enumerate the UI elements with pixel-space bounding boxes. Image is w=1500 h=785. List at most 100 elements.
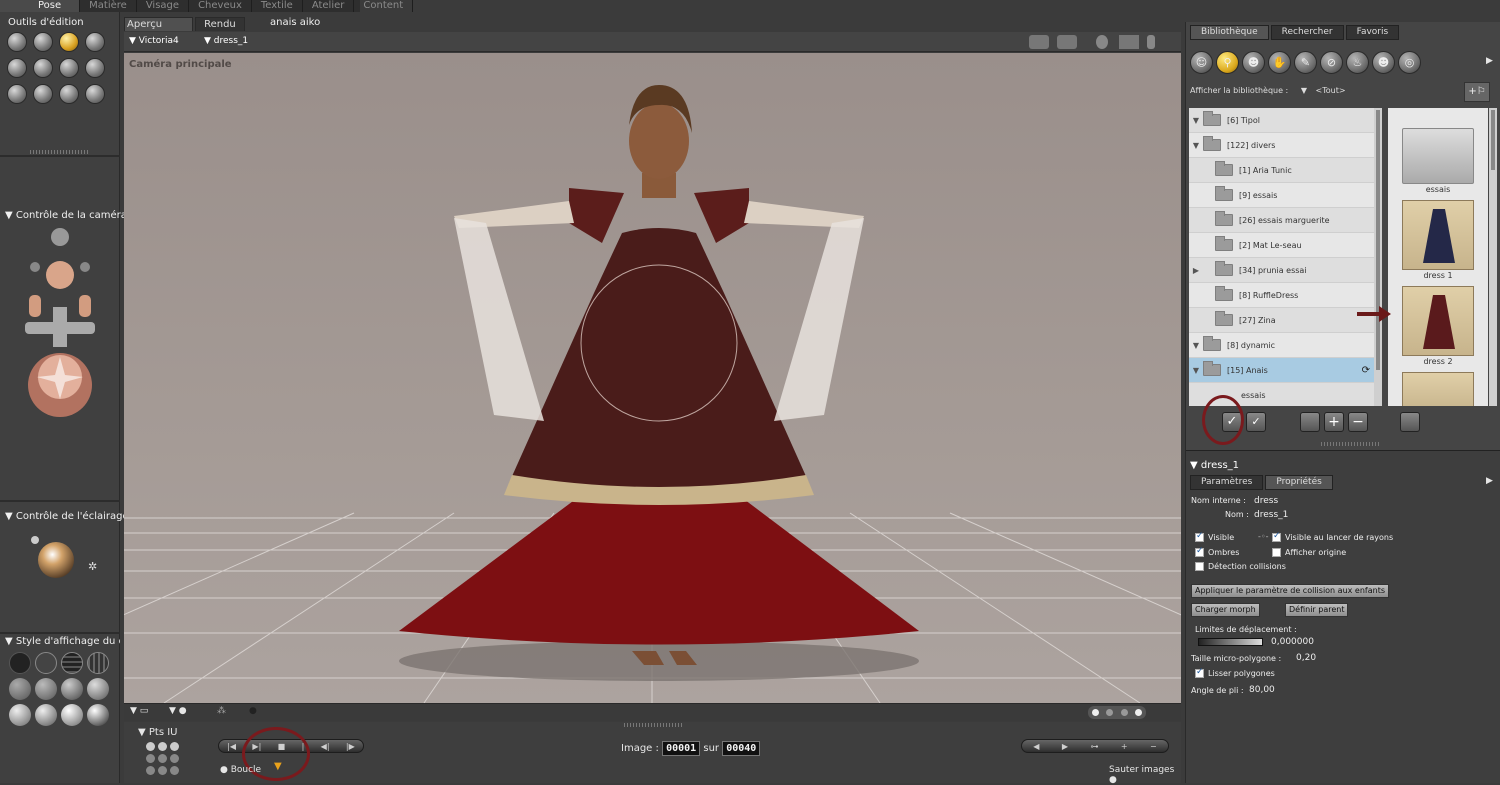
expand-arrow-icon[interactable]: ▶: [1486, 56, 1493, 66]
tab-search[interactable]: Rechercher: [1270, 25, 1344, 40]
add-library-icon[interactable]: +⚐: [1464, 82, 1490, 102]
tree-row[interactable]: [9] essais: [1189, 183, 1374, 208]
tree-row-selected[interactable]: ▼ [15] Anais ⟳: [1189, 358, 1374, 383]
dress-2-thumbnail[interactable]: [1402, 286, 1474, 356]
tab-preview[interactable]: Aperçu: [124, 17, 194, 31]
layout-selector[interactable]: [1088, 706, 1146, 719]
grouping-tool-icon[interactable]: [7, 84, 27, 104]
camera-controls[interactable]: [15, 227, 105, 427]
layout-dot-icon[interactable]: [1120, 709, 1128, 716]
tab-properties[interactable]: Propriétés: [1265, 475, 1333, 490]
direct-manipulation-icon[interactable]: [85, 84, 105, 104]
set-parent-button[interactable]: Définir parent: [1285, 603, 1349, 617]
twist-tool-icon[interactable]: [33, 32, 53, 52]
color-tool-icon[interactable]: [85, 58, 105, 78]
ui-point[interactable]: [170, 754, 179, 763]
camera-icon[interactable]: [1029, 35, 1049, 49]
panel-grip[interactable]: [30, 150, 90, 154]
checkbox-icon[interactable]: [1195, 562, 1204, 571]
tree-row[interactable]: ▶ [34] prunia essai: [1189, 258, 1374, 283]
expressions-icon[interactable]: ☻: [1242, 51, 1265, 74]
loop-toggle[interactable]: ● Boucle: [220, 765, 261, 775]
poses-icon[interactable]: ⚲: [1216, 51, 1239, 74]
tree-row[interactable]: [8] RuffleDress: [1189, 283, 1374, 308]
translate-tool-icon[interactable]: [59, 32, 79, 52]
tab-pose[interactable]: Pose: [0, 0, 81, 12]
tree-row[interactable]: ▼ [6] Tipol: [1189, 108, 1374, 133]
checkbox-icon[interactable]: [1272, 531, 1281, 542]
view-magnifier-icon[interactable]: [33, 84, 53, 104]
first-frame-icon[interactable]: |◀: [227, 742, 236, 751]
tab-content[interactable]: Content: [354, 0, 414, 12]
ui-point[interactable]: [170, 766, 179, 775]
visible-checkbox[interactable]: Visible: [1195, 531, 1234, 542]
library-filter[interactable]: Afficher la bibliothèque : ▼ <Tout>: [1190, 86, 1346, 95]
ui-point[interactable]: [146, 742, 155, 751]
show-origin-checkbox[interactable]: Afficher origine: [1272, 548, 1346, 557]
name-field[interactable]: dress_1: [1254, 510, 1288, 520]
add-key-icon[interactable]: +: [1121, 742, 1128, 751]
checkbox-icon[interactable]: [1195, 667, 1204, 678]
ui-point[interactable]: [158, 742, 167, 751]
morph-brush-icon[interactable]: [59, 84, 79, 104]
ui-point[interactable]: [146, 766, 155, 775]
cameras-icon[interactable]: ☻: [1372, 51, 1395, 74]
displacement-value[interactable]: 0,000000: [1271, 637, 1314, 647]
3d-viewport[interactable]: Caméra principale: [124, 53, 1181, 703]
props-icon[interactable]: ⊘: [1320, 51, 1343, 74]
translate-in-out-icon[interactable]: [85, 32, 105, 52]
raytrace-visible-checkbox[interactable]: Visible au lancer de rayons: [1272, 531, 1393, 542]
add-item-icon[interactable]: +: [1324, 412, 1344, 432]
tab-favorites[interactable]: Favoris: [1345, 25, 1400, 40]
actor-select[interactable]: ▼ dress_1: [204, 36, 248, 46]
flat-shaded-style-icon[interactable]: [35, 678, 57, 700]
texture-shaded-style-icon[interactable]: [61, 704, 83, 726]
dress-1-thumbnail[interactable]: [1402, 200, 1474, 270]
tree-row[interactable]: [2] Mat Le-seau: [1189, 233, 1374, 258]
folder-thumbnail-icon[interactable]: [1402, 128, 1474, 184]
expand-icon[interactable]: ▼: [1189, 341, 1203, 350]
new-folder-icon[interactable]: [1300, 412, 1320, 432]
tree-row[interactable]: ▼ [122] divers: [1189, 133, 1374, 158]
tab-setup[interactable]: Atelier: [303, 0, 355, 12]
scale-handle-icon[interactable]: [1147, 35, 1155, 49]
tab-library[interactable]: Bibliothèque: [1190, 25, 1269, 40]
skip-frames-toggle[interactable]: Sauter images ●: [1109, 765, 1181, 785]
tracking-icon[interactable]: ●: [249, 706, 257, 716]
hair-icon[interactable]: ✎: [1294, 51, 1317, 74]
preview-style-icon[interactable]: [87, 704, 109, 726]
expand-icon[interactable]: ▼: [1189, 116, 1203, 125]
eye-icon[interactable]: [1096, 35, 1108, 49]
remove-item-icon[interactable]: −: [1348, 412, 1368, 432]
timeline-grip[interactable]: [624, 723, 684, 727]
properties-menu-arrow-icon[interactable]: ▶: [1486, 476, 1493, 486]
light-ball-icon[interactable]: [38, 542, 74, 578]
scale-tool-icon[interactable]: [7, 58, 27, 78]
figures-icon[interactable]: ☺: [1190, 51, 1213, 74]
light-sun-icon[interactable]: ✲: [88, 560, 97, 573]
smooth-lined-style-icon[interactable]: [35, 704, 57, 726]
layout-dot-icon[interactable]: [1106, 709, 1114, 716]
move-icon[interactable]: [1119, 35, 1139, 49]
checkbox-icon[interactable]: [1195, 546, 1204, 557]
checkbox-icon[interactable]: [1195, 531, 1204, 542]
rotate-tool-icon[interactable]: [7, 32, 27, 52]
layout-dot-icon[interactable]: [1091, 709, 1099, 716]
wireframe-style-icon[interactable]: [61, 652, 83, 674]
tab-cloth[interactable]: Textile: [252, 0, 303, 12]
lit-wire-style-icon[interactable]: [9, 678, 31, 700]
remove-key-icon[interactable]: −: [1150, 742, 1157, 751]
crease-angle-value[interactable]: 80,00: [1249, 685, 1275, 695]
collision-checkbox[interactable]: Détection collisions: [1195, 562, 1286, 571]
ground-shadow-toggle[interactable]: ▼ ▭: [130, 706, 148, 716]
next-key-icon[interactable]: ◀|: [321, 742, 330, 751]
taper-tool-icon[interactable]: [33, 58, 53, 78]
ui-point[interactable]: [158, 766, 167, 775]
lights-icon[interactable]: ♨: [1346, 51, 1369, 74]
tab-material[interactable]: Matière: [80, 0, 137, 12]
lights-icon[interactable]: [1057, 35, 1077, 49]
flat-lined-style-icon[interactable]: [61, 678, 83, 700]
shadows-checkbox[interactable]: Ombres: [1195, 546, 1239, 557]
tab-render[interactable]: Rendu: [195, 17, 245, 31]
depth-cue-icon[interactable]: ⁂: [217, 706, 226, 716]
